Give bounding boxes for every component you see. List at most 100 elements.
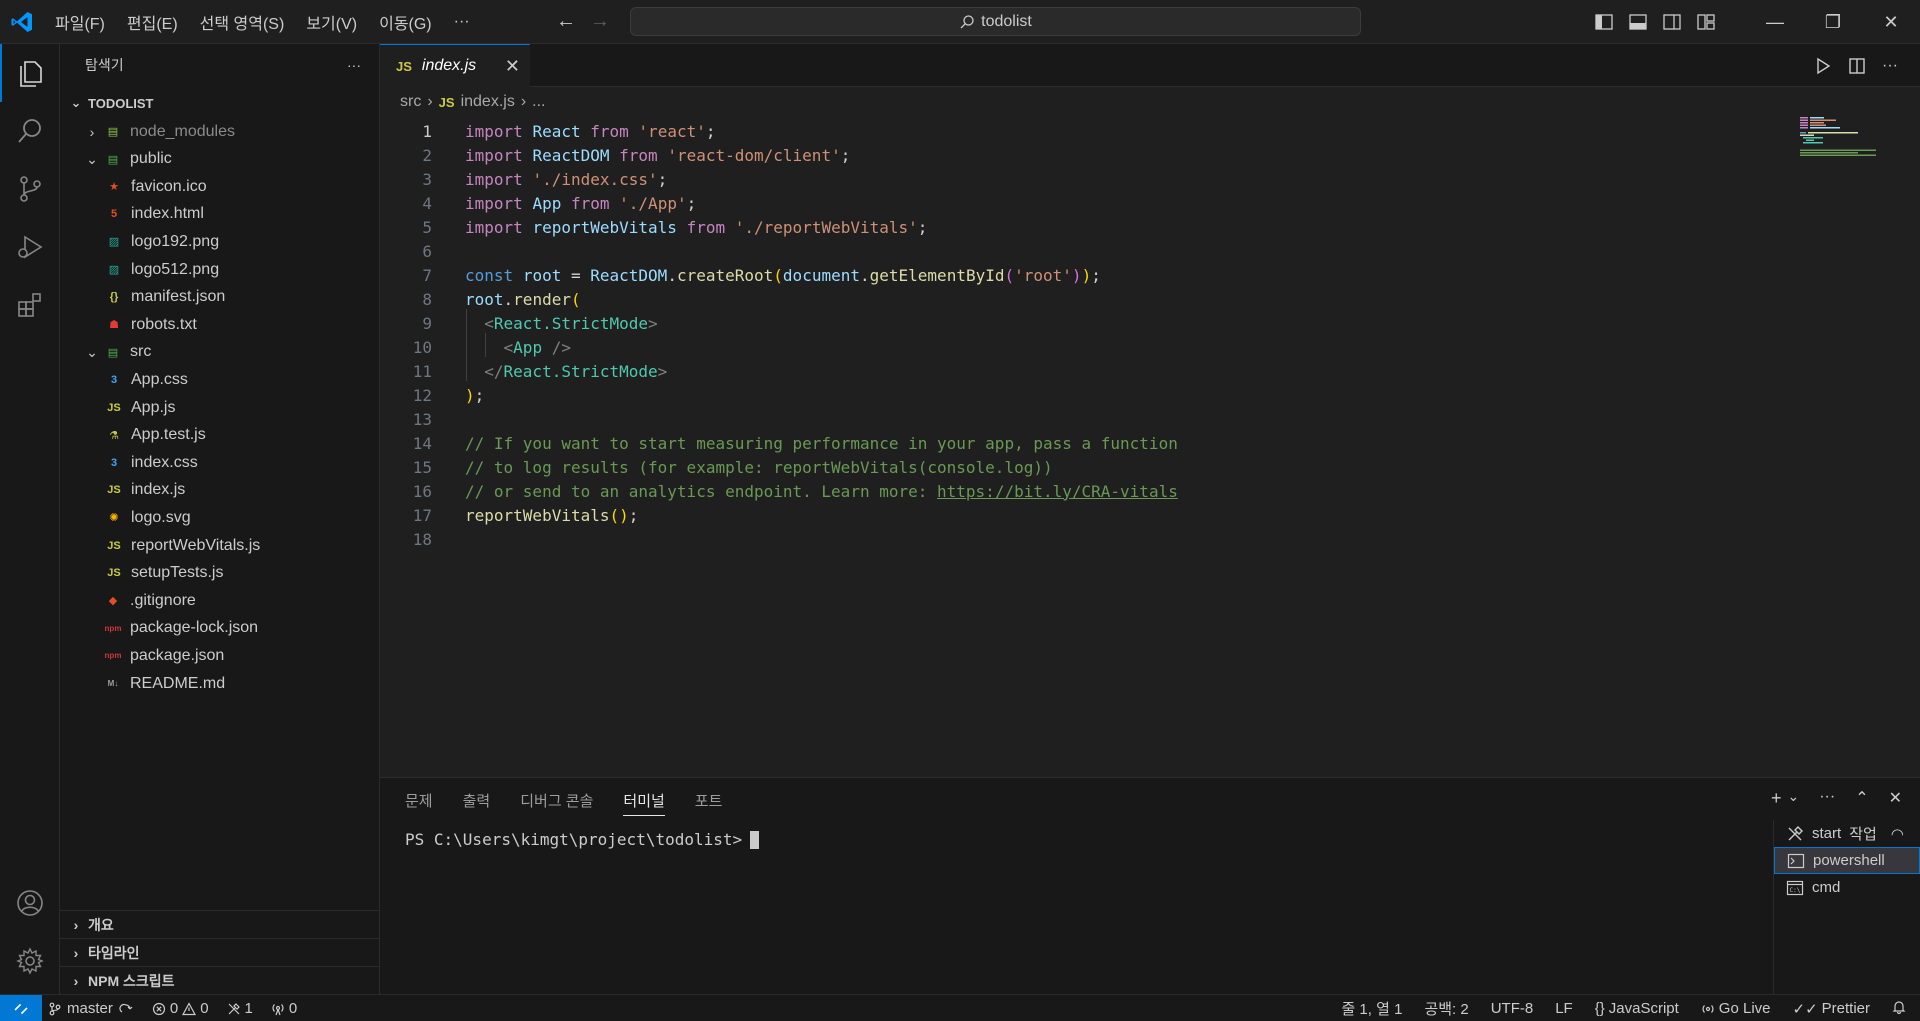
tree-item[interactable]: ◆ .gitignore <box>84 587 196 614</box>
tree-item[interactable]: ⌄ ▤ public <box>84 146 172 173</box>
tree-item[interactable]: ▨ logo512.png <box>105 256 219 283</box>
toggle-panel-icon[interactable] <box>1628 12 1648 32</box>
code-editor[interactable]: 1 import React from 'react'; 2 import React… <box>380 117 1920 737</box>
tree-item[interactable]: 3 App.css <box>105 366 188 393</box>
explorer-more-actions[interactable]: ··· <box>347 57 361 73</box>
tree-item[interactable]: JS setupTests.js <box>105 560 223 587</box>
terminal-prompt-line[interactable]: PS C:\Users\kimgt\project\todolist> <box>405 830 760 849</box>
split-editor-icon[interactable] <box>1848 57 1866 75</box>
tab-index-js[interactable]: JS index.js ✕ <box>380 44 530 87</box>
breadcrumb-symbols[interactable]: ... <box>532 93 545 111</box>
go-live-status[interactable]: Go Live <box>1701 1000 1771 1017</box>
vscode-logo-icon[interactable] <box>10 10 34 34</box>
run-debug-button[interactable] <box>0 218 60 276</box>
tree-item[interactable]: JS index.js <box>105 477 185 504</box>
chevron-down-icon[interactable]: ⌄ <box>1787 788 1799 809</box>
menu-selection[interactable]: 선택 영역(S) <box>189 10 296 34</box>
minimap[interactable] <box>1800 117 1880 157</box>
manage-button[interactable] <box>0 932 60 990</box>
tab-output[interactable]: 출력 <box>463 790 491 811</box>
notifications-bell-icon[interactable] <box>1892 1000 1906 1018</box>
code-token: reportWebVitals <box>532 217 677 237</box>
new-terminal-icon[interactable]: + <box>1771 788 1782 809</box>
js-file-icon: JS <box>396 58 412 74</box>
language-mode[interactable]: {} JavaScript <box>1595 1000 1679 1017</box>
source-control-button[interactable] <box>0 160 60 218</box>
code-token: from <box>619 145 658 165</box>
toggle-primary-sidebar-icon[interactable] <box>1594 12 1614 32</box>
code-link[interactable]: https://bit.ly/CRA-vitals <box>937 482 1178 501</box>
remote-indicator[interactable] <box>0 995 42 1021</box>
command-center-search[interactable]: todolist <box>630 7 1361 36</box>
explorer-button[interactable] <box>0 44 60 102</box>
forward-arrow-icon[interactable]: → <box>590 10 610 33</box>
menu-go[interactable]: 이동(G) <box>368 10 443 34</box>
tree-item[interactable]: ☗ robots.txt <box>105 311 197 338</box>
branch-status[interactable]: master <box>48 1000 134 1017</box>
breadcrumb-file[interactable]: index.js <box>461 93 515 111</box>
tree-item[interactable]: ▨ logo192.png <box>105 228 219 255</box>
customize-layout-icon[interactable] <box>1696 12 1716 32</box>
terminal-item-start[interactable]: start 작업 ◠ <box>1774 820 1920 847</box>
tab-problems[interactable]: 문제 <box>405 790 433 811</box>
menu-file[interactable]: 파일(F) <box>44 10 116 34</box>
code-token: ; <box>1091 265 1101 285</box>
npm-scripts-section[interactable]: › NPM 스크립트 <box>60 966 380 994</box>
panel-more-actions[interactable]: ··· <box>1819 788 1835 809</box>
close-icon[interactable]: ✕ <box>505 56 520 77</box>
tree-item[interactable]: ✺ logo.svg <box>105 504 190 531</box>
back-arrow-icon[interactable]: ← <box>556 10 576 33</box>
tree-item[interactable]: JS reportWebVitals.js <box>105 532 260 559</box>
tab-ports[interactable]: 포트 <box>695 790 723 811</box>
tree-item[interactable]: M↓ README.md <box>84 670 225 697</box>
timeline-section[interactable]: › 타임라인 <box>60 938 380 966</box>
run-icon[interactable] <box>1814 57 1832 75</box>
tree-item[interactable]: 5 index.html <box>105 201 204 228</box>
maximize-panel-icon[interactable]: ⌃ <box>1855 788 1868 809</box>
tree-item[interactable]: JS App.js <box>105 394 175 421</box>
line-number: 18 <box>412 529 432 549</box>
tools-status[interactable]: 1 <box>227 1000 253 1017</box>
terminal-item-powershell[interactable]: powershell <box>1774 847 1920 874</box>
tree-item[interactable]: npm package-lock.json <box>84 615 259 642</box>
restore-button[interactable]: ❐ <box>1804 0 1862 44</box>
close-window-button[interactable]: ✕ <box>1862 0 1920 44</box>
tree-item[interactable]: ⚗ App.test.js <box>105 422 206 449</box>
line-number: 13 <box>412 409 432 429</box>
tree-item[interactable]: ⌄ ▤ src <box>84 339 151 366</box>
tree-item[interactable]: npm package.json <box>84 642 225 669</box>
outline-label: 개요 <box>88 916 114 933</box>
workspace-folder[interactable]: ⌄ TODOLIST <box>60 91 379 115</box>
editor-more-actions[interactable]: ··· <box>1882 57 1898 75</box>
cursor-position[interactable]: 줄 1, 열 1 <box>1341 998 1402 1019</box>
indentation[interactable]: 공백: 2 <box>1424 998 1468 1019</box>
prettier-status[interactable]: ✓✓ Prettier <box>1793 1000 1871 1018</box>
end-of-line[interactable]: LF <box>1555 1000 1573 1017</box>
problems-status[interactable]: 0 0 <box>152 1000 209 1017</box>
broadcast-status[interactable]: 0 <box>271 1000 297 1017</box>
search-view-button[interactable] <box>0 102 60 160</box>
image-icon: ▨ <box>108 236 120 249</box>
menu-edit[interactable]: 편집(E) <box>116 10 189 34</box>
minimize-button[interactable]: — <box>1746 0 1804 44</box>
breadcrumb-folder[interactable]: src <box>400 93 421 111</box>
line-number: 7 <box>422 265 432 285</box>
menu-more[interactable]: ··· <box>443 13 481 31</box>
code-token: 'react-dom/client' <box>667 145 841 165</box>
terminal-item-cmd[interactable]: C:\ cmd <box>1774 874 1920 901</box>
close-panel-icon[interactable]: ✕ <box>1889 788 1902 809</box>
tree-item[interactable]: › ▤ node_modules <box>84 118 235 145</box>
tab-terminal[interactable]: 터미널 <box>623 790 665 816</box>
encoding[interactable]: UTF-8 <box>1491 1000 1534 1017</box>
toggle-secondary-sidebar-icon[interactable] <box>1662 12 1682 32</box>
menu-view[interactable]: 보기(V) <box>295 10 368 34</box>
accounts-button[interactable] <box>0 874 60 932</box>
terminal-icon <box>1787 853 1805 868</box>
tree-item[interactable]: 3 index.css <box>105 449 198 476</box>
tree-item[interactable]: {} manifest.json <box>105 284 226 311</box>
outline-section[interactable]: › 개요 <box>60 910 380 938</box>
tab-debug-console[interactable]: 디버그 콘솔 <box>520 790 593 811</box>
extensions-button[interactable] <box>0 276 60 334</box>
tree-item[interactable]: ★ favicon.ico <box>105 173 207 200</box>
